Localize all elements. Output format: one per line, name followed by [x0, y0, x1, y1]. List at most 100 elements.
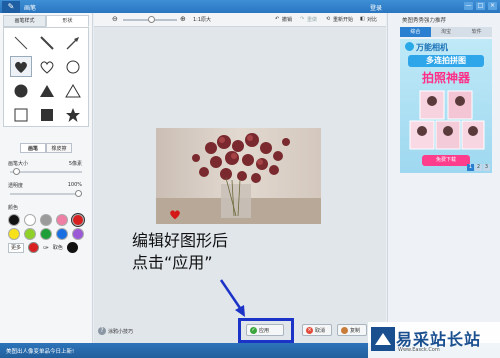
edited-photo[interactable] — [156, 128, 321, 224]
restart-icon[interactable]: ⟲ — [326, 16, 330, 22]
eyedropper-icon[interactable]: ✑ — [43, 244, 49, 252]
picker-label[interactable]: 取色 — [53, 244, 63, 251]
undo-icon[interactable]: ↶ — [275, 16, 279, 22]
bottom-action-bar: ? 涂鸦小技巧 ✓ 应用 × 取消 复制 — [94, 315, 386, 343]
opacity-thumb[interactable] — [75, 190, 82, 197]
annotation-line2: 点击“应用” — [132, 253, 213, 272]
color-swatch[interactable] — [24, 214, 36, 226]
color-swatch[interactable] — [56, 228, 68, 240]
brush-size-value: 5像素 — [68, 161, 82, 167]
left-panel: 画笔样式 形状 画笔 橡皮擦 画笔大小 5像素 透明度 100% 颜色 更多 ✑… — [0, 13, 93, 343]
tab-brush-style[interactable]: 画笔样式 — [3, 15, 46, 27]
picked-color-swatch — [66, 242, 78, 253]
line-thin-icon[interactable] — [10, 32, 32, 53]
star-filled-icon[interactable] — [62, 104, 84, 125]
color-swatch[interactable] — [40, 214, 52, 226]
tab-software[interactable]: 软件 — [461, 27, 493, 37]
window-title: 画笔 — [24, 5, 37, 12]
left-tabs: 画笔样式 形状 — [3, 15, 89, 27]
ad-brand: 万能相机 — [416, 43, 448, 52]
color-swatch[interactable] — [40, 228, 52, 240]
copy-label: 复制 — [350, 327, 361, 334]
recommend-tabs: 综合 淘宝 软件 — [400, 27, 493, 37]
tab-brush[interactable]: 画笔 — [20, 143, 46, 153]
annotation-text: 编辑好图形后 点击“应用” — [132, 230, 228, 274]
ad-banner[interactable]: 万能相机 多连拍拼图 拍照神器 免费下载 1 2 3 — [400, 39, 492, 173]
tab-taobao[interactable]: 淘宝 — [430, 27, 462, 37]
restart-label[interactable]: 重新开始 — [333, 16, 353, 23]
compare-icon[interactable]: ◧ — [360, 16, 365, 22]
close-button[interactable]: × — [488, 2, 497, 10]
brush-size-label: 画笔大小 — [8, 161, 29, 167]
recommend-title: 美图秀秀强力推荐 — [402, 18, 447, 24]
maximize-button[interactable]: □ — [476, 2, 485, 10]
help-icon[interactable]: ? — [98, 327, 106, 335]
copy-button[interactable]: 复制 — [337, 324, 367, 336]
opacity-slider[interactable] — [10, 190, 82, 198]
ad-page-2[interactable]: 2 — [475, 164, 482, 171]
tab-general[interactable]: 综合 — [400, 27, 431, 37]
more-colors-button[interactable]: 更多 — [8, 242, 25, 253]
circle-outline-icon[interactable] — [62, 56, 84, 77]
ad-download-button[interactable]: 免费下载 — [422, 155, 470, 166]
square-filled-icon[interactable] — [36, 104, 58, 125]
zoom-in-icon[interactable]: ⊕ — [180, 15, 186, 23]
ad-page-3[interactable]: 3 — [483, 164, 490, 171]
tab-shape[interactable]: 形状 — [46, 15, 89, 27]
undo-label[interactable]: 撤销 — [282, 16, 292, 23]
news-ticker[interactable]: 美图出人像变单品今日上新! — [6, 347, 74, 355]
ad-pager: 1 2 3 — [467, 164, 490, 171]
cancel-button[interactable]: × 取消 — [302, 324, 332, 336]
opacity-value: 100% — [67, 182, 82, 188]
more-colors-row: 更多 ✑ 取色 — [8, 242, 84, 253]
cancel-label: 取消 — [315, 327, 326, 334]
brush-size-thumb[interactable] — [13, 168, 21, 175]
title-bar: ✎ 画笔 登录 — □ × — [0, 0, 500, 13]
color-swatch[interactable] — [71, 213, 85, 227]
watermark-url: Www.Easck.Com — [398, 347, 440, 353]
site-watermark: 易采站长站 Www.Easck.Com — [368, 322, 500, 358]
current-color-swatch — [28, 242, 40, 253]
color-swatch[interactable] — [72, 228, 84, 240]
arrow-icon[interactable] — [62, 32, 84, 53]
red-heart-shape[interactable] — [168, 208, 182, 221]
tab-eraser[interactable]: 橡皮擦 — [46, 143, 72, 153]
color-palette — [8, 213, 85, 240]
ad-page-1[interactable]: 1 — [467, 164, 474, 171]
apply-highlight-box — [238, 318, 294, 343]
brush-size-row: 画笔大小 5像素 — [4, 159, 88, 168]
canvas-toolbar: ⊖ ⊕ 1:1原大 ↶ 撤销 ↷ 重做 ⟲ 重新开始 ◧ 对比 — [94, 13, 386, 27]
redo-icon[interactable]: ↷ — [300, 16, 304, 22]
square-outline-icon[interactable] — [10, 104, 32, 125]
color-swatch[interactable] — [24, 228, 36, 240]
heart-outline-icon[interactable] — [36, 56, 58, 77]
annotation-line1: 编辑好图形后 — [132, 231, 229, 250]
opacity-row: 透明度 100% — [4, 181, 88, 190]
login-link[interactable]: 登录 — [370, 3, 382, 12]
color-label: 颜色 — [8, 205, 19, 211]
line-medium-icon[interactable] — [36, 32, 58, 53]
color-swatch[interactable] — [8, 228, 20, 240]
redo-label[interactable]: 重做 — [307, 16, 317, 23]
color-swatch[interactable] — [56, 214, 68, 226]
triangle-filled-icon[interactable] — [36, 80, 58, 101]
circle-filled-icon[interactable] — [10, 80, 32, 101]
color-swatch[interactable] — [8, 214, 20, 226]
ad-photo-collage — [409, 90, 485, 150]
brush-size-slider[interactable] — [10, 168, 82, 176]
brush-eraser-toggle: 画笔 橡皮擦 — [0, 143, 92, 153]
zoom-ratio[interactable]: 1:1原大 — [193, 16, 211, 23]
window-controls: — □ × — [464, 2, 497, 10]
zoom-thumb[interactable] — [148, 16, 155, 23]
triangle-outline-icon[interactable] — [62, 80, 84, 101]
brush-size-track — [10, 171, 82, 173]
copy-icon — [341, 326, 348, 334]
cancel-icon: × — [306, 326, 313, 334]
zoom-out-icon[interactable]: ⊖ — [112, 15, 118, 23]
opacity-label: 透明度 — [8, 183, 24, 189]
annotation-arrow-icon — [219, 279, 245, 317]
compare-label[interactable]: 对比 — [367, 16, 377, 23]
heart-filled-icon[interactable] — [10, 56, 32, 77]
minimize-button[interactable]: — — [464, 2, 473, 10]
tips-link[interactable]: 涂鸦小技巧 — [108, 328, 133, 335]
